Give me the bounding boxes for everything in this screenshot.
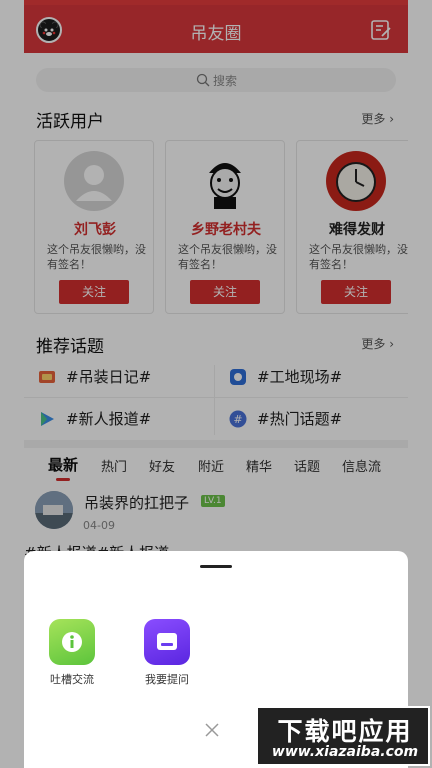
sheet-handle[interactable]: [200, 565, 232, 568]
ask-action-label: 我要提问: [145, 673, 189, 686]
watermark-title: 下载吧应用: [277, 717, 413, 746]
message-icon: [157, 633, 177, 650]
site-watermark: 下载吧应用 www.xiazaiba.com: [256, 706, 430, 766]
chat-action-tile[interactable]: [49, 619, 95, 665]
close-icon[interactable]: [204, 722, 220, 738]
watermark-url: www.xiazaiba.com: [271, 744, 419, 760]
info-icon: [62, 632, 82, 652]
ask-action-tile[interactable]: [144, 619, 190, 665]
chat-action-label: 吐槽交流: [50, 673, 94, 686]
